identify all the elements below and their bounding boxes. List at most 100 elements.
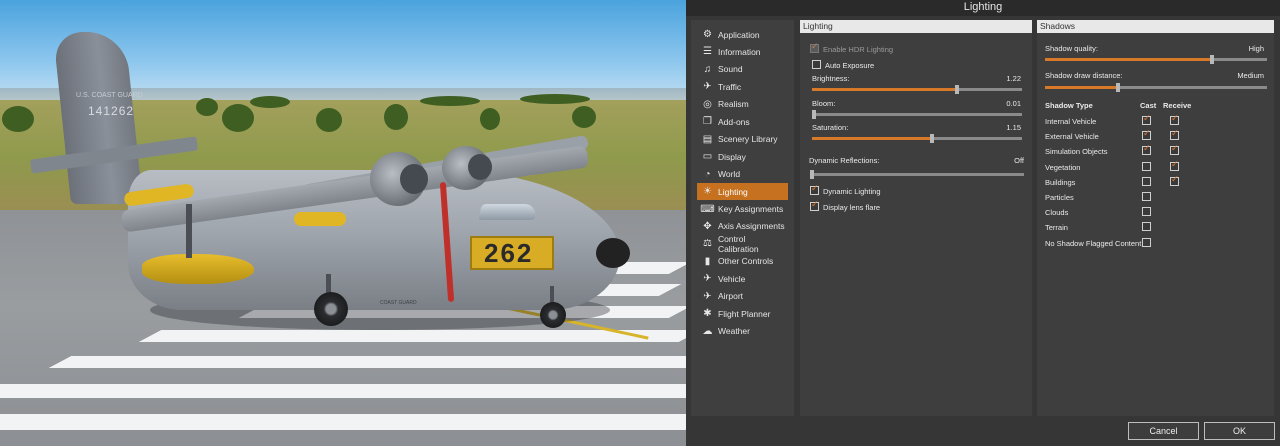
dynamic-lighting-label: Dynamic Lighting (823, 187, 881, 196)
shadow-quality-slider-thumb[interactable] (1209, 55, 1214, 64)
receive-checkbox-external-vehicle[interactable] (1170, 129, 1179, 141)
sidebar-item-label: Application (718, 29, 760, 40)
sidebar-item-scenery-library[interactable]: ▤ Scenery Library (697, 131, 788, 148)
cast-checkbox-external-vehicle[interactable] (1142, 129, 1151, 141)
shadow-type-label: Particles (1045, 193, 1074, 202)
brightness-slider[interactable] (812, 85, 1022, 94)
shadow-type-label: Clouds (1045, 208, 1069, 218)
cast-checkbox-vegetation[interactable] (1142, 161, 1151, 171)
shadow-distance-slider[interactable] (1045, 83, 1267, 92)
ok-button[interactable]: OK (1204, 422, 1275, 440)
list-icon: ☰ (703, 46, 712, 58)
sidebar-item-realism[interactable]: ◎ Realism (697, 96, 788, 113)
sidebar-item-label: Axis Assignments (718, 221, 785, 232)
dynamic-reflections-slider[interactable] (810, 170, 1024, 179)
lens-flare-checkbox[interactable] (810, 200, 819, 211)
sidebar-item-label: Sound (718, 64, 743, 75)
sidebar-item-label: Scenery Library (718, 134, 778, 145)
aircraft-nose (596, 238, 630, 268)
cast-checkbox-clouds[interactable] (1142, 207, 1151, 217)
cancel-button[interactable]: Cancel (1128, 422, 1199, 440)
tree (384, 104, 408, 130)
gears-icon: ⚙ (703, 29, 712, 40)
cockpit-window (478, 204, 538, 220)
sidebar-item-weather[interactable]: ☁ Weather (697, 323, 788, 340)
cast-checkbox-particles[interactable] (1142, 192, 1151, 201)
sidebar-item-label: Vehicle (718, 273, 746, 284)
sidebar-item-application[interactable]: ⚙ Application (697, 26, 788, 43)
shadow-type-label: No Shadow Flagged Content (1045, 238, 1142, 248)
globe-icon: ◔ (704, 168, 711, 180)
cast-checkbox-simulation-objects[interactable] (1142, 144, 1151, 156)
receive-checkbox-buildings[interactable] (1170, 175, 1179, 186)
bloom-value: 0.01 (1006, 99, 1021, 108)
settings-window: Lighting ⚙ Application ☰ Information ♫ Sound ✈… (686, 0, 1280, 446)
shadow-quality-slider[interactable] (1045, 55, 1267, 64)
shadow-distance-label: Shadow draw distance: (1045, 71, 1123, 80)
shadow-distance-value: Medium (1237, 71, 1264, 80)
saturation-slider[interactable] (812, 134, 1022, 143)
cast-checkbox-buildings[interactable] (1142, 176, 1151, 186)
sidebar-item-axis-assignments[interactable]: ✥ Axis Assignments (697, 218, 788, 235)
shadows-panel-header: Shadows (1037, 20, 1274, 33)
receive-checkbox-internal-vehicle[interactable] (1170, 114, 1179, 125)
receive-column-header: Receive (1163, 101, 1192, 110)
settings-sidebar: ⚙ Application ☰ Information ♫ Sound ✈ Traffic ◎ R… (691, 20, 794, 416)
sidebar-item-label: Flight Planner (718, 308, 771, 319)
dynamic-lighting-checkbox[interactable] (810, 184, 819, 195)
sidebar-item-label: Realism (718, 99, 749, 110)
dynamic-reflections-slider-thumb[interactable] (810, 170, 814, 179)
shadow-distance-slider-thumb[interactable] (1116, 83, 1121, 92)
tail-number: 141262 (88, 104, 135, 118)
tree (480, 108, 500, 130)
sidebar-item-add-ons[interactable]: ❐ Add-ons (697, 113, 788, 130)
sidebar-item-sound[interactable]: ♫ Sound (697, 61, 788, 78)
sidebar-item-control-calibration[interactable]: ⚖ Control Calibration (697, 233, 788, 254)
sidebar-item-label: Control Calibration (717, 233, 759, 254)
cloud-icon: ☁ (702, 325, 713, 337)
shadow-type-label: External Vehicle (1045, 132, 1099, 142)
simulator-viewport: U.S. COAST GUARD 141262 262 COAST GUARD (0, 0, 686, 446)
receive-checkbox-vegetation[interactable] (1170, 160, 1179, 171)
engine-nacelle (294, 212, 346, 226)
runway-stripe (138, 330, 686, 342)
runway-stripe (0, 414, 686, 430)
sidebar-item-key-assignments[interactable]: ⌨ Key Assignments (697, 201, 788, 218)
cast-checkbox-terrain[interactable] (1142, 222, 1151, 232)
sidebar-item-label: World (718, 169, 741, 180)
sidebar-item-label: Traffic (718, 81, 742, 92)
sidebar-item-airport[interactable]: ✈ Airport (697, 288, 788, 305)
bloom-slider[interactable] (812, 110, 1022, 119)
saturation-slider-thumb[interactable] (929, 134, 934, 143)
controller-icon: ▮ (704, 255, 711, 267)
sidebar-item-vehicle[interactable]: ✈ Vehicle (697, 270, 788, 287)
sidebar-item-lighting[interactable]: ☀ Lighting (697, 183, 788, 201)
tree (196, 98, 218, 116)
main-wheel (314, 292, 348, 326)
route-icon: ✱ (703, 308, 712, 320)
receive-checkbox-simulation-objects[interactable] (1170, 144, 1179, 156)
sidebar-item-traffic[interactable]: ✈ Traffic (697, 78, 788, 95)
sidebar-item-display[interactable]: ▭ Display (697, 148, 788, 165)
brightness-slider-thumb[interactable] (954, 85, 959, 94)
sidebar-item-other-controls[interactable]: ▮ Other Controls (697, 253, 788, 270)
nose-wheel (540, 302, 566, 328)
shadow-type-label: Buildings (1045, 177, 1076, 187)
sidebar-item-information[interactable]: ☰ Information (697, 43, 788, 60)
bloom-slider-thumb[interactable] (812, 110, 816, 119)
auto-exposure-checkbox[interactable] (812, 60, 821, 69)
bloom-label: Bloom: (812, 99, 836, 108)
cast-checkbox-no-shadow-flagged-content[interactable] (1142, 237, 1151, 247)
sidebar-item-flight-planner[interactable]: ✱ Flight Planner (697, 305, 788, 322)
sidebar-item-label: Lighting (718, 186, 748, 197)
cast-checkbox-internal-vehicle[interactable] (1142, 114, 1151, 125)
enable-hdr-checkbox[interactable] (810, 42, 819, 53)
tree (420, 96, 480, 106)
float-strut (186, 204, 192, 258)
auto-exposure-label: Auto Exposure (825, 61, 875, 70)
brightness-value: 1.22 (1006, 74, 1021, 83)
enable-hdr-label: Enable HDR Lighting (823, 45, 894, 54)
traffic-icon: ✈ (703, 81, 712, 93)
dynamic-reflections-value: Off (1014, 156, 1024, 165)
sidebar-item-world[interactable]: ◔ World (697, 166, 788, 183)
